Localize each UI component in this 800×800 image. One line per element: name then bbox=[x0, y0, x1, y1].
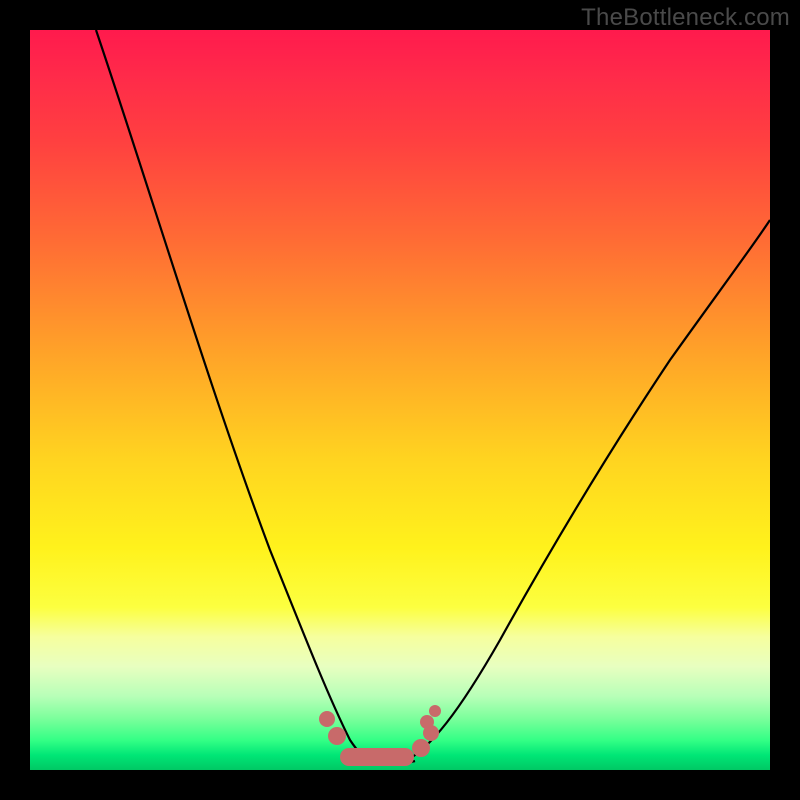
marker-dot bbox=[420, 715, 434, 729]
curve-left bbox=[96, 30, 375, 765]
marker-dot bbox=[328, 727, 346, 745]
watermark-label: TheBottleneck.com bbox=[581, 4, 790, 32]
marker-dot bbox=[412, 739, 430, 757]
bottleneck-curve bbox=[30, 30, 770, 770]
plot-area bbox=[30, 30, 770, 770]
marker-dot bbox=[429, 705, 441, 717]
chart-frame: TheBottleneck.com bbox=[0, 0, 800, 800]
marker-flat bbox=[340, 748, 414, 766]
marker-dot bbox=[319, 711, 335, 727]
curve-right bbox=[402, 220, 770, 763]
